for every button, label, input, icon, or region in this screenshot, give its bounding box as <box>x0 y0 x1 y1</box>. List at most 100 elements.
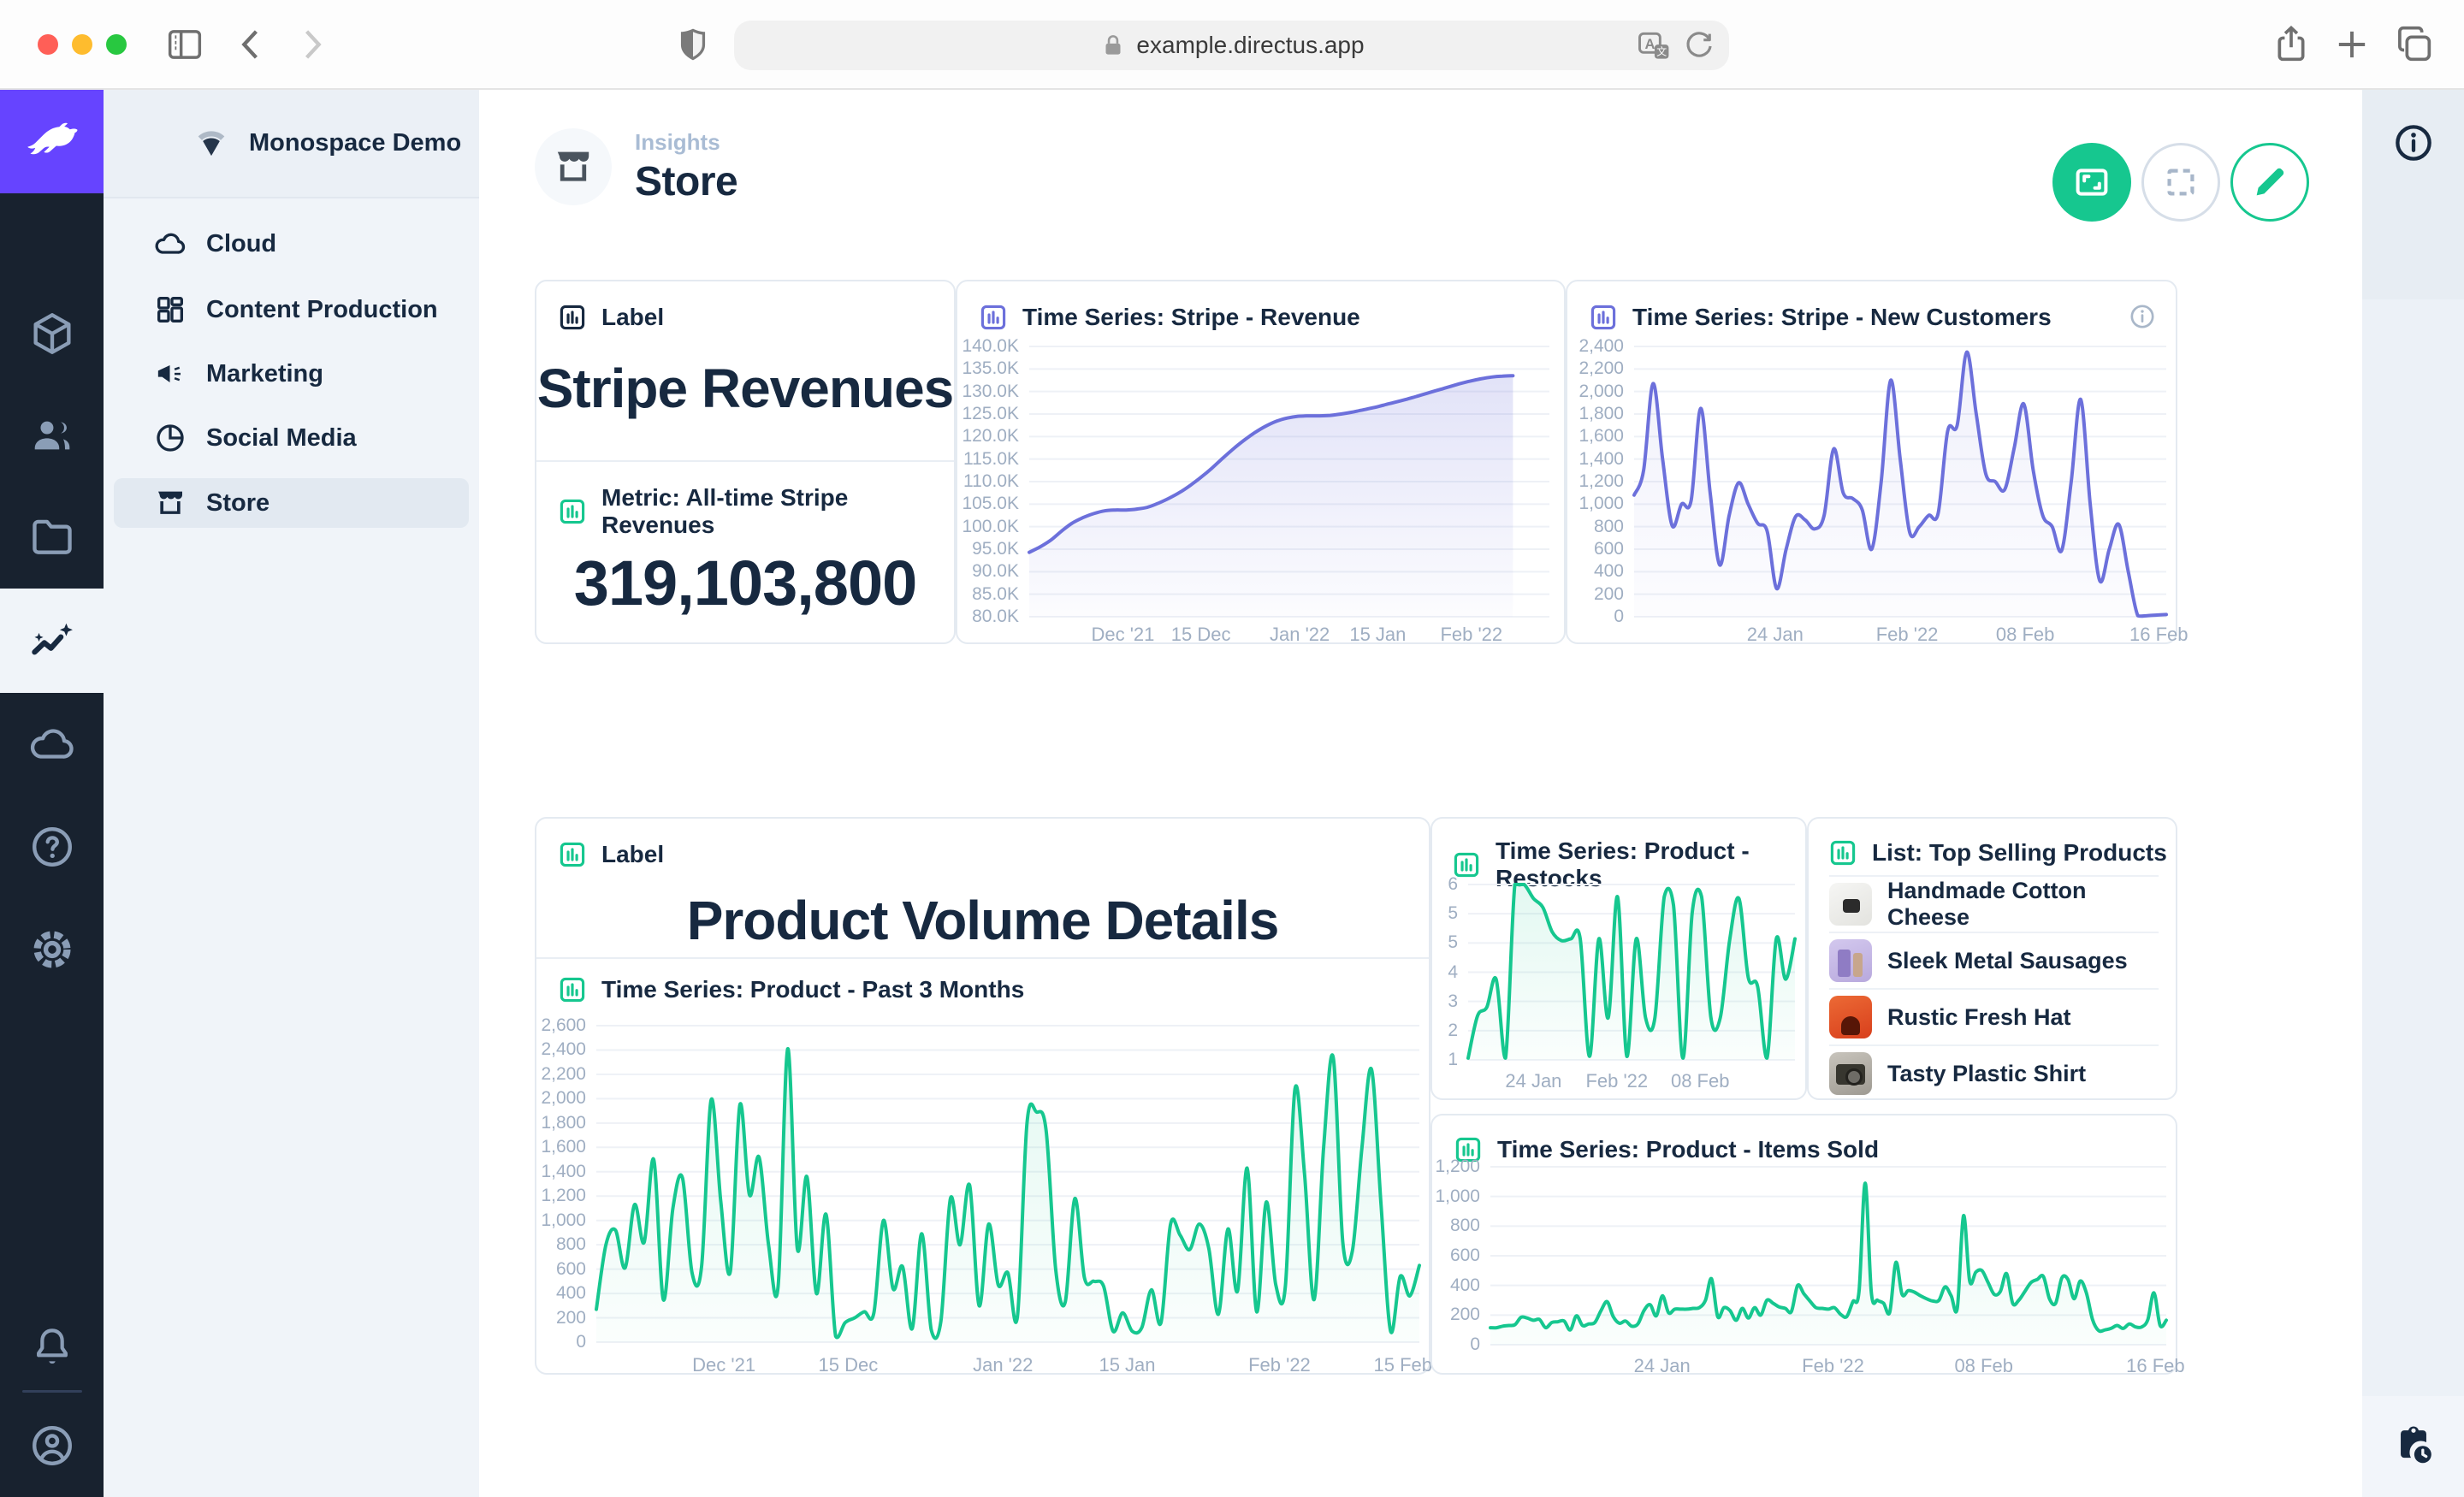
module-account[interactable] <box>0 1403 104 1488</box>
panel-top-selling-products[interactable]: List: Top Selling Products Handmade Cott… <box>1807 817 2177 1100</box>
y-axis-tick: 5 <box>1448 932 1458 953</box>
chart-plot <box>1029 346 1549 617</box>
y-axis-tick: 105.0K <box>962 494 1019 514</box>
y-axis-tick: 800 <box>1594 517 1624 537</box>
sidebar-item-store[interactable]: Store <box>114 478 469 528</box>
y-axis-tick: 200 <box>1594 584 1624 605</box>
address-bar[interactable]: example.directus.app A文 <box>734 21 1729 70</box>
translate-icon[interactable]: A文 <box>1635 27 1673 65</box>
breadcrumb[interactable]: Insights <box>635 129 720 156</box>
module-settings[interactable] <box>0 907 104 992</box>
y-axis-tick: 800 <box>556 1234 586 1255</box>
cloud-icon <box>153 227 187 261</box>
y-axis-tick: 1,600 <box>1578 426 1624 447</box>
panel-product-items-sold[interactable]: Time Series: Product - Items Sold 1,2001… <box>1430 1114 2177 1375</box>
product-name: Rustic Fresh Hat <box>1887 1004 2071 1031</box>
x-axis-tick: 08 Feb <box>1954 1355 2013 1377</box>
list-item[interactable]: Sleek Metal Sausages <box>1829 932 2159 988</box>
present-button[interactable] <box>2052 143 2131 222</box>
help-icon <box>27 822 77 872</box>
tabs-icon[interactable] <box>2392 22 2437 67</box>
sidebar-item-social-media[interactable]: Social Media <box>114 413 469 463</box>
panel-label-stripe[interactable]: Label Stripe Revenues Metric: All-time S… <box>535 280 956 644</box>
x-axis-tick: 24 Jan <box>1634 1355 1691 1377</box>
chart-yaxis: 2,4002,2002,0001,8001,6001,4001,2001,000… <box>1581 346 1624 617</box>
list-item[interactable]: Tasty Plastic Shirt <box>1829 1044 2159 1101</box>
share-icon[interactable] <box>2269 22 2313 67</box>
module-help[interactable] <box>0 804 104 890</box>
url-text: example.directus.app <box>1136 32 1364 59</box>
x-axis-tick: Feb '22 <box>1248 1354 1311 1376</box>
y-axis-tick: 1,400 <box>1578 449 1624 470</box>
y-axis-tick: 600 <box>1450 1246 1480 1266</box>
clipboard-clock-icon[interactable] <box>2391 1423 2436 1467</box>
x-axis-tick: 15 Dec <box>1171 624 1231 646</box>
project-chooser[interactable]: Monospace Demo <box>104 90 479 198</box>
reload-icon[interactable] <box>1681 28 1717 64</box>
y-axis-tick: 6 <box>1448 874 1458 895</box>
sidebar-item-label: Social Media <box>206 424 357 453</box>
product-image <box>1829 1052 1872 1095</box>
x-axis-tick: 16 Feb <box>2129 624 2189 646</box>
edit-button[interactable] <box>2230 143 2309 222</box>
chart-xaxis: Dec '2115 DecJan '2215 JanFeb '2215 Feb <box>596 1354 1419 1376</box>
y-axis-tick: 1,200 <box>541 1186 586 1206</box>
chart-yaxis: 6554321 <box>1439 885 1458 1060</box>
chart-plot <box>596 1026 1419 1342</box>
project-name: Monospace Demo <box>249 129 461 157</box>
module-files[interactable] <box>0 494 104 580</box>
module-users[interactable] <box>0 393 104 478</box>
info-icon[interactable] <box>2128 302 2157 331</box>
back-icon[interactable] <box>229 22 274 67</box>
panel-header: Metric: All-time Stripe Revenues <box>601 484 954 539</box>
sidebar-toggle-icon[interactable] <box>163 22 207 67</box>
panel-product-volume[interactable]: Label Product Volume Details Time Series… <box>535 817 1430 1375</box>
svg-text:A: A <box>1644 37 1655 52</box>
module-insights[interactable] <box>0 589 104 693</box>
directus-logo[interactable] <box>0 90 104 193</box>
minimize-window-button[interactable] <box>72 34 92 55</box>
insights-icon <box>27 616 77 666</box>
x-axis-tick: Feb '22 <box>1876 624 1939 646</box>
list-item[interactable]: Handmade Cotton Cheese <box>1829 875 2159 932</box>
product-image <box>1829 996 1872 1038</box>
y-axis-tick: 1,600 <box>541 1137 586 1157</box>
panel-header: Time Series: Product - Items Sold <box>1497 1136 1879 1163</box>
y-axis-tick: 135.0K <box>962 358 1019 379</box>
y-axis-tick: 2,400 <box>1578 336 1624 357</box>
panel-stripe-new-customers[interactable]: Time Series: Stripe - New Customers 2,40… <box>1566 280 2177 644</box>
x-axis-tick: 16 Feb <box>2126 1355 2185 1377</box>
sidebar-item-label: Marketing <box>206 360 323 388</box>
cloud-icon <box>27 719 77 769</box>
y-axis-tick: 0 <box>1614 606 1624 627</box>
panel-product-restocks[interactable]: Time Series: Product - Restocks 65543212… <box>1430 817 1807 1100</box>
close-window-button[interactable] <box>38 34 58 55</box>
list-item[interactable]: Rustic Fresh Hat <box>1829 988 2159 1044</box>
x-axis-tick: Feb '22 <box>1802 1355 1864 1377</box>
module-content[interactable] <box>0 291 104 376</box>
right-sidebar <box>2362 90 2464 1497</box>
new-tab-icon[interactable] <box>2330 22 2374 67</box>
info-icon[interactable] <box>2391 121 2436 165</box>
y-axis-tick: 400 <box>556 1283 586 1304</box>
panel-stripe-revenue[interactable]: Time Series: Stripe - Revenue 140.0K135.… <box>956 280 1566 644</box>
y-axis-tick: 2,000 <box>541 1088 586 1109</box>
module-bar <box>0 90 104 1497</box>
panel-header: Time Series: Stripe - Revenue <box>1022 304 1360 331</box>
module-notifications[interactable] <box>0 1305 104 1390</box>
dashboard-icon <box>153 293 187 327</box>
zoom-window-button[interactable] <box>106 34 127 55</box>
x-axis-tick: 15 Jan <box>1349 624 1406 646</box>
y-axis-tick: 90.0K <box>972 561 1019 582</box>
y-axis-tick: 115.0K <box>963 449 1019 470</box>
sidebar-item-cloud[interactable]: Cloud <box>114 219 469 269</box>
panel-header: Time Series: Stripe - New Customers <box>1632 304 2052 331</box>
y-axis-tick: 1,800 <box>541 1113 586 1133</box>
sidebar-item-marketing[interactable]: Marketing <box>114 349 469 399</box>
fullscreen-button[interactable] <box>2141 143 2220 222</box>
sidebar-item-content-production[interactable]: Content Production <box>114 285 469 334</box>
module-cloud[interactable] <box>0 701 104 787</box>
y-axis-tick: 95.0K <box>972 539 1019 559</box>
shield-icon[interactable] <box>671 22 715 67</box>
forward-icon[interactable] <box>289 22 334 67</box>
